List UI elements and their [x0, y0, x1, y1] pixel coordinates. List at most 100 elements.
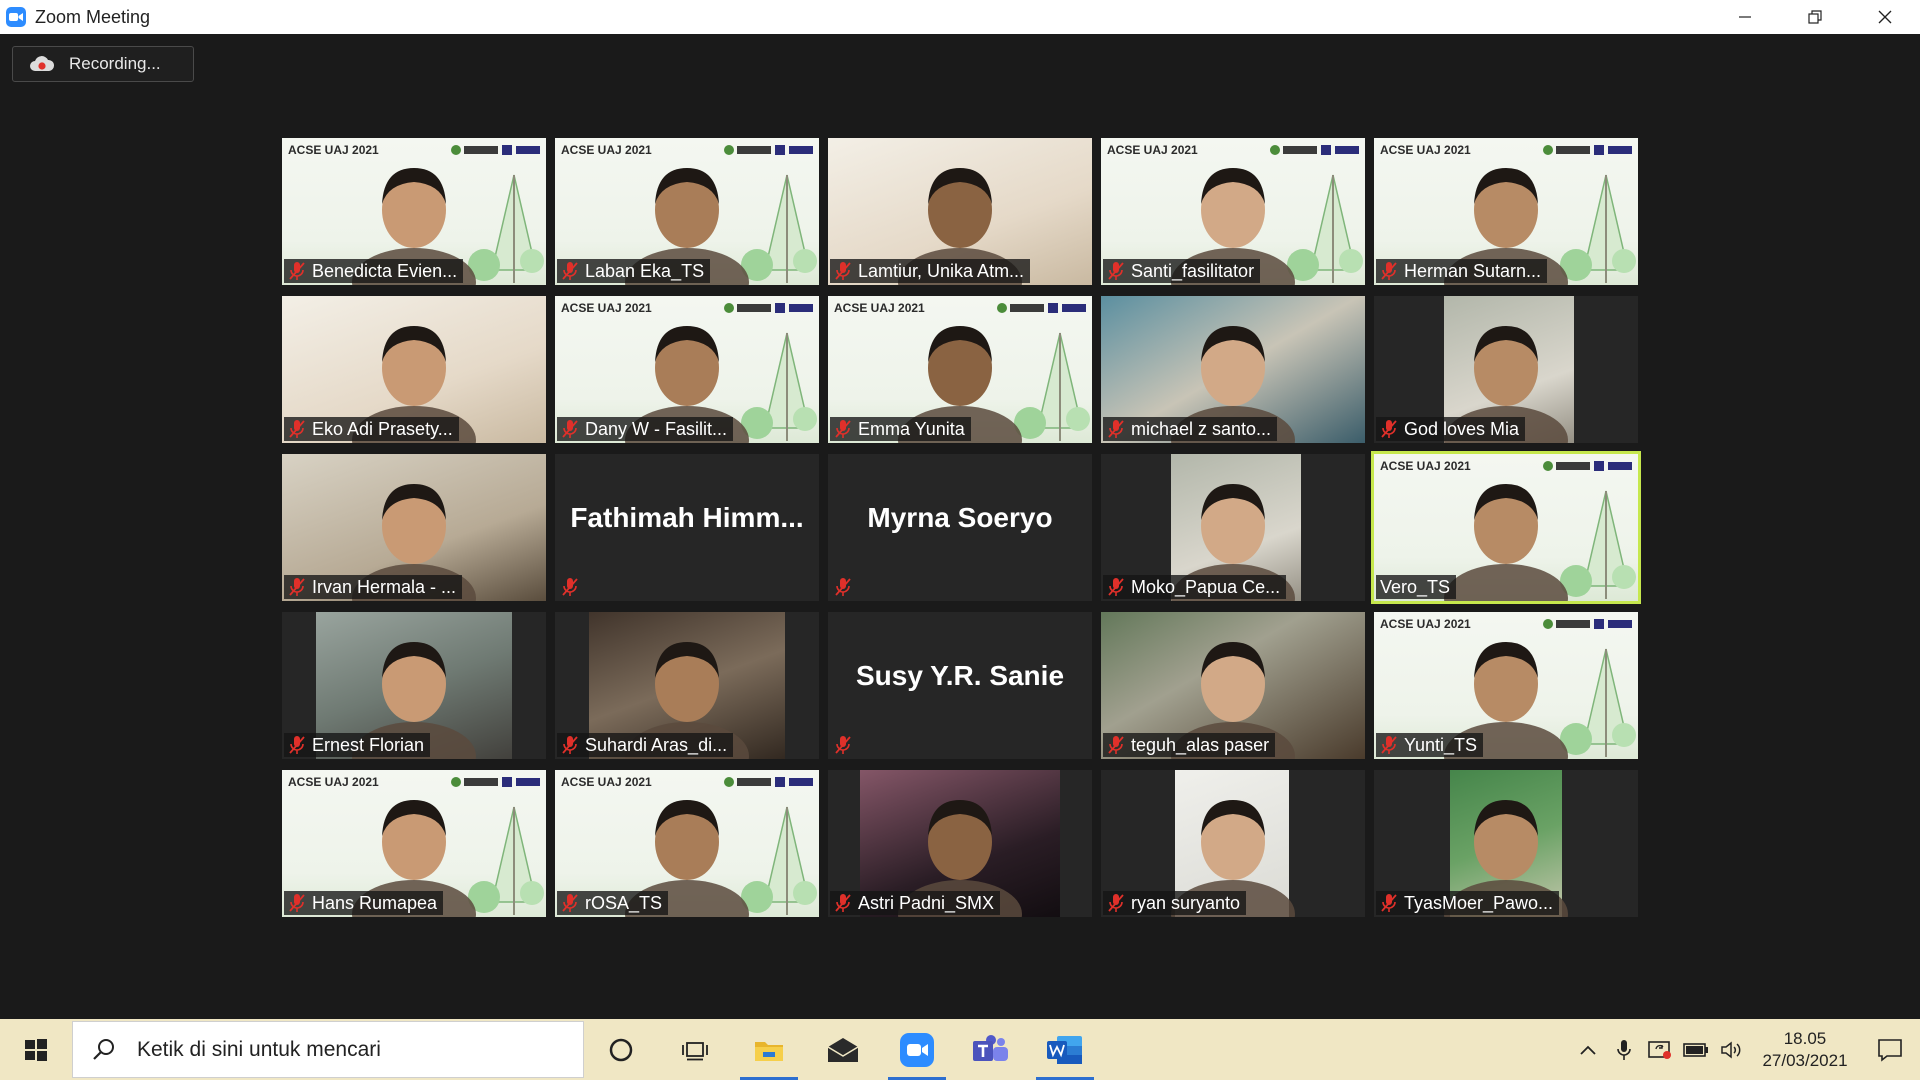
action-center-button[interactable]: [1860, 1019, 1920, 1080]
participant-name: ryan suryanto: [1131, 892, 1241, 913]
mic-muted-icon: [288, 735, 306, 755]
participant-tile[interactable]: Suhardi Aras_di...: [555, 612, 819, 759]
participant-tile[interactable]: Myrna Soeryo: [828, 454, 1092, 601]
participant-name: TyasMoer_Pawo...: [1404, 892, 1554, 913]
participant-name: teguh_alas paser: [1131, 734, 1270, 755]
participant-tile[interactable]: God loves Mia: [1374, 296, 1638, 443]
participant-name: Yunti_TS: [1404, 734, 1478, 755]
taskbar-search-input[interactable]: [135, 1036, 539, 1063]
participant-display-name: Myrna Soeryo: [867, 502, 1053, 533]
participant-name-tag: TyasMoer_Pawo...: [1376, 891, 1560, 915]
mic-muted-icon: [1107, 893, 1125, 913]
file-explorer-button[interactable]: [732, 1019, 806, 1080]
participant-tile[interactable]: ACSE UAJ 2021 Herman Sutarn...: [1374, 138, 1638, 285]
participant-name-tag: Moko_Papua Ce...: [1103, 575, 1287, 599]
mic-muted-icon: [1380, 261, 1398, 281]
participant-tile[interactable]: Lamtiur, Unika Atm...: [828, 138, 1092, 285]
participant-name-tag: rOSA_TS: [557, 891, 669, 915]
participant-tile[interactable]: Fathimah Himm...: [555, 454, 819, 601]
mic-muted-icon: [561, 577, 579, 597]
recording-indicator[interactable]: Recording...: [12, 46, 194, 82]
participant-name: Moko_Papua Ce...: [1131, 576, 1281, 597]
volume-tray-button[interactable]: [1714, 1019, 1750, 1080]
participant-tile[interactable]: teguh_alas paser: [1101, 612, 1365, 759]
participant-tile[interactable]: ACSE UAJ 2021 Laban Eka_TS: [555, 138, 819, 285]
participant-name: Benedicta Evien...: [312, 260, 458, 281]
start-button[interactable]: [0, 1019, 72, 1080]
participant-tile[interactable]: Astri Padni_SMX: [828, 770, 1092, 917]
close-button[interactable]: [1850, 0, 1920, 34]
teams-button[interactable]: [954, 1019, 1028, 1080]
taskbar-search-box[interactable]: [72, 1021, 584, 1078]
clock-time: 18.05: [1783, 1028, 1827, 1048]
participant-tile[interactable]: Eko Adi Prasety...: [282, 296, 546, 443]
word-button[interactable]: [1028, 1019, 1102, 1080]
participant-tile[interactable]: ACSE UAJ 2021 Yunti_TS: [1374, 612, 1638, 759]
microphone-tray-button[interactable]: [1606, 1019, 1642, 1080]
participant-name-tag: Emma Yunita: [830, 417, 971, 441]
task-view-button[interactable]: [658, 1019, 732, 1080]
restore-icon: [1808, 10, 1822, 24]
participant-name-tag: God loves Mia: [1376, 417, 1526, 441]
zoom-taskbar-button[interactable]: [880, 1019, 954, 1080]
cortana-button[interactable]: [584, 1019, 658, 1080]
participant-name-tag: Lamtiur, Unika Atm...: [830, 259, 1031, 283]
mic-muted-icon: [1107, 735, 1125, 755]
participant-tile[interactable]: ACSE UAJ 2021 Emma Yunita: [828, 296, 1092, 443]
participant-tile[interactable]: ACSE UAJ 2021 Benedicta Evien...: [282, 138, 546, 285]
participant-name: rOSA_TS: [585, 892, 663, 913]
participant-tile[interactable]: ryan suryanto: [1101, 770, 1365, 917]
mail-button[interactable]: [806, 1019, 880, 1080]
minimize-button[interactable]: [1710, 0, 1780, 34]
show-hidden-icons-button[interactable]: [1570, 1019, 1606, 1080]
mic-muted-icon: [561, 261, 579, 281]
mic-muted-icon: [288, 261, 306, 281]
battery-icon: [1683, 1042, 1708, 1057]
participant-tile[interactable]: ACSE UAJ 2021 Dany W - Fasilit...: [555, 296, 819, 443]
microphone-icon: [1617, 1039, 1631, 1060]
participant-name: Irvan Hermala - ...: [312, 576, 457, 597]
mic-muted-icon: [561, 419, 579, 439]
participant-tile[interactable]: TyasMoer_Pawo...: [1374, 770, 1638, 917]
battery-tray-button[interactable]: [1678, 1019, 1714, 1080]
restore-button[interactable]: [1780, 0, 1850, 34]
close-icon: [1878, 10, 1892, 24]
mic-muted-icon: [1107, 419, 1125, 439]
participant-tile[interactable]: Irvan Hermala - ...: [282, 454, 546, 601]
participant-name: Laban Eka_TS: [585, 260, 705, 281]
participant-name-tag: Santi_fasilitator: [1103, 259, 1261, 283]
meeting-area[interactable]: Recording... ACSE UAJ 2021 Benedicta Evie…: [0, 34, 1920, 1019]
participant-tile[interactable]: Ernest Florian: [282, 612, 546, 759]
participant-name: Astri Padni_SMX: [858, 892, 995, 913]
network-icon: [1648, 1040, 1671, 1059]
word-icon: [1047, 1035, 1082, 1064]
participant-name: michael z santo...: [1131, 418, 1272, 439]
clock-date: 27/03/2021: [1762, 1050, 1848, 1070]
window-title-bar[interactable]: Zoom Meeting: [0, 0, 1920, 34]
participant-name: Vero_TS: [1380, 576, 1451, 597]
mic-muted-icon: [1107, 261, 1125, 281]
chevron-up-icon: [1580, 1045, 1596, 1055]
participant-display-name: Fathimah Himm...: [570, 502, 804, 533]
participant-tile[interactable]: Susy Y.R. Sanie: [828, 612, 1092, 759]
participant-name: Dany W - Fasilit...: [585, 418, 728, 439]
participant-tile[interactable]: ACSE UAJ 2021 Santi_fasilitator: [1101, 138, 1365, 285]
participant-tile[interactable]: Moko_Papua Ce...: [1101, 454, 1365, 601]
participant-display-name: Susy Y.R. Sanie: [855, 660, 1065, 691]
participant-tile[interactable]: michael z santo...: [1101, 296, 1365, 443]
mic-muted-icon: [1380, 419, 1398, 439]
mic-muted-icon: [288, 893, 306, 913]
mic-muted-icon: [561, 735, 579, 755]
cloud-recording-icon: [30, 56, 55, 71]
mic-muted-icon: [288, 419, 306, 439]
network-tray-button[interactable]: [1642, 1019, 1678, 1080]
taskbar-clock[interactable]: 18.05 27/03/2021: [1750, 1028, 1860, 1072]
teams-icon: [973, 1034, 1008, 1061]
folder-icon: [755, 1041, 783, 1061]
participant-tile[interactable]: ACSE UAJ 2021 Hans Rumapea: [282, 770, 546, 917]
task-view-icon: [682, 1041, 708, 1060]
participant-name-tag: Ernest Florian: [284, 733, 431, 757]
participant-tile[interactable]: ACSE UAJ 2021 rOSA_TS: [555, 770, 819, 917]
participant-tile[interactable]: ACSE UAJ 2021 Vero_TS: [1371, 451, 1641, 604]
system-tray: 18.05 27/03/2021: [1570, 1019, 1920, 1080]
